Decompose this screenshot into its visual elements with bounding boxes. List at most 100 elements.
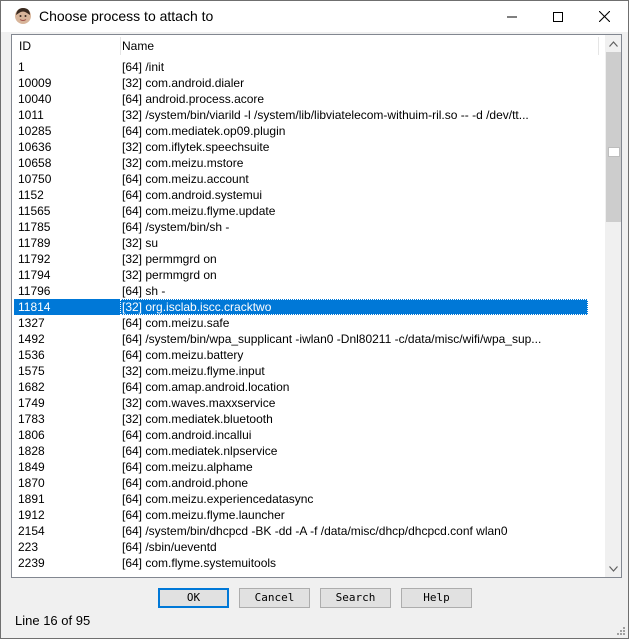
table-row[interactable]: 10009 [32] com.android.dialer bbox=[12, 75, 604, 91]
table-row[interactable]: 1682 [64] com.amap.android.location bbox=[12, 379, 604, 395]
process-name-cell: [32] org.isclab.iscc.cracktwo bbox=[120, 299, 588, 315]
process-name-cell: [64] android.process.acore bbox=[122, 92, 265, 106]
scroll-thumb-grip bbox=[608, 147, 620, 157]
maximize-button[interactable] bbox=[535, 1, 581, 32]
table-row[interactable]: 1806 [64] com.android.incallui bbox=[12, 427, 604, 443]
table-row[interactable]: 1912 [64] com.meizu.flyme.launcher bbox=[12, 507, 604, 523]
close-icon bbox=[598, 11, 610, 22]
table-row[interactable]: 10750 [64] com.meizu.account bbox=[12, 171, 604, 187]
table-row[interactable]: 1536 [64] com.meizu.battery bbox=[12, 347, 604, 363]
table-row[interactable]: 10285 [64] com.mediatek.op09.plugin bbox=[12, 123, 604, 139]
process-id-cell: 1575 bbox=[18, 364, 45, 378]
column-header-name[interactable]: Name bbox=[122, 35, 602, 57]
process-id-cell: 1806 bbox=[18, 428, 45, 442]
column-divider[interactable] bbox=[598, 37, 599, 55]
ok-button[interactable]: OK bbox=[158, 588, 229, 608]
process-id-cell: 11789 bbox=[18, 236, 51, 250]
process-list[interactable]: ID Name 1 [64] /init 10009 [32] com.android… bbox=[11, 34, 622, 578]
process-name-cell: [64] com.meizu.safe bbox=[122, 316, 230, 330]
search-button[interactable]: Search bbox=[320, 588, 391, 608]
process-name-cell: [64] com.meizu.experiencedatasync bbox=[122, 492, 314, 506]
table-row[interactable]: 1 [64] /init bbox=[12, 59, 604, 75]
table-row[interactable]: 11794 [32] permmgrd on bbox=[12, 267, 604, 283]
process-name-cell: [32] permmgrd on bbox=[122, 268, 217, 282]
vertical-scrollbar[interactable] bbox=[605, 35, 621, 577]
scroll-down-button[interactable] bbox=[605, 560, 621, 577]
chevron-up-icon bbox=[609, 40, 618, 47]
table-row[interactable]: 1749 [32] com.waves.maxxservice bbox=[12, 395, 604, 411]
process-name-cell: [32] com.android.dialer bbox=[122, 76, 245, 90]
process-id-cell: 11792 bbox=[18, 252, 51, 266]
process-name-cell: [64] com.android.systemui bbox=[122, 188, 263, 202]
table-row[interactable]: 11565 [64] com.meizu.flyme.update bbox=[12, 203, 604, 219]
minimize-button[interactable] bbox=[489, 1, 535, 32]
resize-grip-icon[interactable] bbox=[614, 625, 626, 637]
process-id-cell: 1 bbox=[18, 60, 25, 74]
process-id-cell: 1849 bbox=[18, 460, 45, 474]
process-id-cell: 11785 bbox=[18, 220, 51, 234]
process-id-cell: 11565 bbox=[18, 204, 51, 218]
cancel-button[interactable]: Cancel bbox=[239, 588, 310, 608]
table-row[interactable]: 1828 [64] com.mediatek.nlpservice bbox=[12, 443, 604, 459]
table-row[interactable]: 1849 [64] com.meizu.alphame bbox=[12, 459, 604, 475]
process-id-cell: 1492 bbox=[18, 332, 45, 346]
close-button[interactable] bbox=[581, 1, 627, 32]
scroll-thumb[interactable] bbox=[606, 52, 621, 222]
process-name-cell: [64] com.android.incallui bbox=[122, 428, 252, 442]
process-name-cell: [64] /sbin/ueventd bbox=[122, 540, 217, 554]
column-header-id[interactable]: ID bbox=[19, 35, 119, 57]
process-name-cell: [64] com.android.phone bbox=[122, 476, 249, 490]
table-row[interactable]: 10636 [32] com.iflytek.speechsuite bbox=[12, 139, 604, 155]
chevron-down-icon bbox=[609, 565, 618, 572]
process-id-cell: 10285 bbox=[18, 124, 52, 138]
table-row[interactable]: 2154 [64] /system/bin/dhcpcd -BK -dd -A -… bbox=[12, 523, 604, 539]
table-row[interactable]: 11796 [64] sh - bbox=[12, 283, 604, 299]
process-name-cell: [64] com.mediatek.op09.plugin bbox=[122, 124, 286, 138]
process-id-cell: 1912 bbox=[18, 508, 45, 522]
table-row[interactable]: 11789 [32] su bbox=[12, 235, 604, 251]
process-name-cell: [64] com.flyme.systemuitools bbox=[122, 556, 277, 570]
process-id-cell: 1682 bbox=[18, 380, 45, 394]
process-id-cell: 1870 bbox=[18, 476, 45, 490]
table-row[interactable]: 11792 [32] permmgrd on bbox=[12, 251, 604, 267]
table-row[interactable]: 11814 [32] org.isclab.iscc.cracktwo bbox=[12, 299, 604, 315]
process-name-cell: [64] com.meizu.flyme.update bbox=[122, 204, 276, 218]
table-row[interactable]: 1575 [32] com.meizu.flyme.input bbox=[12, 363, 604, 379]
process-name-cell: [64] com.meizu.battery bbox=[122, 348, 244, 362]
process-name-cell: [64] com.mediatek.nlpservice bbox=[122, 444, 278, 458]
minimize-icon bbox=[507, 16, 517, 17]
table-row[interactable]: 1152 [64] com.android.systemui bbox=[12, 187, 604, 203]
table-row[interactable]: 1783 [32] com.mediatek.bluetooth bbox=[12, 411, 604, 427]
title-bar[interactable]: Choose process to attach to bbox=[1, 1, 628, 32]
process-name-cell: [32] com.meizu.flyme.input bbox=[122, 364, 265, 378]
attach-process-dialog: Choose process to attach to ID Name 1 [64… bbox=[0, 0, 629, 639]
column-divider[interactable] bbox=[120, 37, 121, 55]
window-title: Choose process to attach to bbox=[39, 8, 214, 24]
process-name-cell: [64] com.meizu.account bbox=[122, 172, 249, 186]
scroll-up-button[interactable] bbox=[605, 35, 621, 52]
process-id-cell: 11796 bbox=[18, 284, 51, 298]
maximize-icon bbox=[553, 11, 563, 22]
table-row[interactable]: 11785 [64] /system/bin/sh - bbox=[12, 219, 604, 235]
process-name-cell: [32] com.mediatek.bluetooth bbox=[122, 412, 273, 426]
table-row[interactable]: 1011 [32] /system/bin/viarild -l /system/… bbox=[12, 107, 604, 123]
process-id-cell: 1536 bbox=[18, 348, 45, 362]
process-name-cell: [64] com.meizu.flyme.launcher bbox=[122, 508, 285, 522]
process-id-cell: 1749 bbox=[18, 396, 45, 410]
status-line: Line 16 of 95 bbox=[15, 613, 91, 628]
table-row[interactable]: 2239 [64] com.flyme.systemuitools bbox=[12, 555, 604, 571]
table-row[interactable]: 10040 [64] android.process.acore bbox=[12, 91, 604, 107]
app-avatar-icon bbox=[14, 7, 32, 25]
process-id-cell: 10750 bbox=[18, 172, 52, 186]
process-id-cell: 11814 bbox=[14, 299, 122, 315]
table-row[interactable]: 1327 [64] com.meizu.safe bbox=[12, 315, 604, 331]
table-row[interactable]: 10658 [32] com.meizu.mstore bbox=[12, 155, 604, 171]
help-button[interactable]: Help bbox=[401, 588, 472, 608]
table-row[interactable]: 1492 [64] /system/bin/wpa_supplicant -iwl… bbox=[12, 331, 604, 347]
process-name-cell: [32] com.meizu.mstore bbox=[122, 156, 244, 170]
process-rows: 1 [64] /init 10009 [32] com.android.dialer 1… bbox=[12, 59, 604, 577]
table-row[interactable]: 1870 [64] com.android.phone bbox=[12, 475, 604, 491]
process-id-cell: 2154 bbox=[18, 524, 45, 538]
table-row[interactable]: 223 [64] /sbin/ueventd bbox=[12, 539, 604, 555]
table-row[interactable]: 1891 [64] com.meizu.experiencedatasync bbox=[12, 491, 604, 507]
